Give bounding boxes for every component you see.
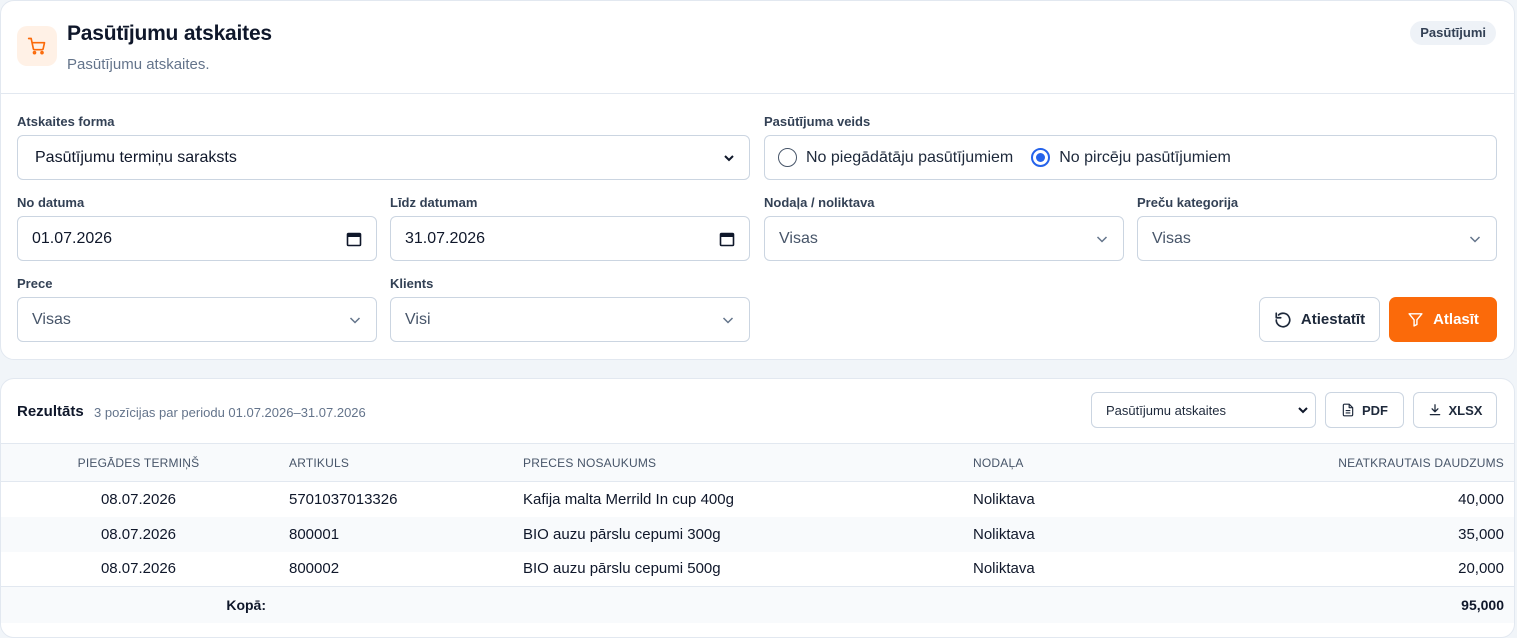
filter-card: Pasūtījumu atskaites Pasūtījumu atskaite… — [0, 0, 1515, 360]
xlsx-button[interactable]: XLSX — [1413, 392, 1497, 428]
page-subtitle: Pasūtījumu atskaites. — [67, 56, 210, 73]
column-header[interactable]: NEATKRAUTAIS DAUDZUMS — [1273, 443, 1514, 482]
chevron-down-icon — [1468, 232, 1482, 246]
cell-article: 5701037013326 — [289, 490, 398, 508]
page-header: Pasūtījumu atskaites Pasūtījumu atskaite… — [1, 1, 1514, 94]
cell-delivery-date: 08.07.2026 — [100, 490, 177, 508]
product-value: Visas — [32, 310, 71, 328]
report-view-value: Pasūtījumu atskaites — [1106, 402, 1226, 418]
radio-supplier-label: No piegādātāju pasūtījumiem — [806, 148, 1014, 166]
results-card: Rezultāts 3 pozīcijas par periodu 01.07.… — [0, 378, 1515, 638]
department-value: Visas — [779, 229, 818, 247]
table-total-row: Kopā: 95,000 — [1, 586, 1514, 623]
cell-article: 800001 — [276, 516, 523, 552]
order-type-group: No piegādātāju pasūtījumiem No pircēju p… — [764, 135, 1497, 180]
department-label: Nodaļa / noliktava — [764, 195, 875, 210]
report-view-select[interactable]: Pasūtījumu atskaites — [1091, 392, 1316, 428]
cell-department: Noliktava — [973, 490, 1035, 508]
column-header[interactable]: NODAĻA — [973, 443, 1273, 482]
cell-quantity: 20,000 — [1458, 560, 1504, 578]
cell-delivery-date: 08.07.2026 — [1, 516, 276, 552]
total-value: 95,000 — [1273, 586, 1514, 623]
download-icon — [1429, 404, 1440, 416]
cell-department: Noliktava — [973, 516, 1273, 552]
results-title: Rezultāts — [17, 403, 84, 420]
cell-product-name: Kafija malta Merrild In cup 400g — [523, 490, 734, 508]
cell-department: Noliktava — [973, 560, 1035, 578]
page-title: Pasūtījumu atskaites — [67, 22, 272, 45]
results-info: 3 pozīcijas par periodu 01.07.2026–31.07… — [94, 405, 366, 420]
chevron-down-icon — [1297, 404, 1309, 416]
table-row[interactable]: 08.07.2026 800001 BIO auzu pārslu cepumi… — [1, 516, 1514, 552]
report-form-value: Pasūtījumu termiņu saraksts — [35, 148, 237, 166]
client-select[interactable]: Visi — [390, 297, 750, 342]
cell-article: 800002 — [289, 560, 340, 578]
radio-supplier-orders[interactable]: No piegādātāju pasūtījumiem — [778, 148, 1013, 167]
category-value: Visas — [1152, 229, 1191, 247]
product-select[interactable]: Visas — [17, 297, 377, 342]
cell-product-name: BIO auzu pārslu cepumi 300g — [523, 516, 973, 552]
date-from-value: 01.07.2026 — [32, 229, 113, 247]
chevron-down-icon — [348, 313, 362, 327]
rotate-ccw-icon — [1275, 311, 1291, 328]
pdf-button[interactable]: PDF — [1325, 392, 1404, 428]
cell-delivery-date: 08.07.2026 — [100, 560, 177, 578]
chevron-down-icon — [1095, 232, 1109, 246]
cell-quantity: 40,000 — [1458, 490, 1504, 508]
report-form-label: Atskaites forma — [17, 114, 115, 129]
filter-icon — [1408, 313, 1423, 327]
chevron-down-icon — [721, 313, 735, 327]
radio-checked-icon — [1031, 148, 1051, 167]
date-to-label: Līdz datumam — [390, 195, 478, 210]
date-to-value: 31.07.2026 — [405, 229, 486, 247]
product-label: Prece — [17, 276, 53, 291]
radio-customer-label: No pircēju pasūtījumiem — [1059, 148, 1231, 166]
report-form-select[interactable]: Pasūtījumu termiņu saraksts — [17, 135, 750, 180]
date-to-input[interactable]: 31.07.2026 — [390, 216, 750, 261]
date-from-input[interactable]: 01.07.2026 — [17, 216, 377, 261]
column-header[interactable]: PIEGĀDES TERMIŅŠ — [1, 443, 276, 482]
table-row[interactable]: 08.07.2026 5701037013326 Kafija malta Me… — [1, 482, 1514, 517]
apply-button[interactable]: Atlasīt — [1389, 297, 1497, 342]
column-header[interactable]: PRECES NOSAUKUMS — [523, 443, 973, 482]
radio-unchecked-icon — [778, 148, 797, 167]
chevron-down-icon — [723, 152, 735, 164]
calendar-icon[interactable] — [346, 231, 362, 247]
cell-product-name: BIO auzu pārslu cepumi 500g — [523, 560, 721, 578]
order-type-label: Pasūtījuma veids — [764, 114, 871, 129]
file-text-icon — [1342, 403, 1354, 417]
client-value: Visi — [405, 310, 431, 328]
category-select[interactable]: Visas — [1137, 216, 1497, 261]
xlsx-label: XLSX — [1448, 402, 1483, 418]
calendar-icon[interactable] — [719, 231, 735, 247]
client-label: Klients — [390, 276, 434, 291]
table-header-row: PIEGĀDES TERMIŅŠ ARTIKULS PRECES NOSAUKU… — [1, 443, 1514, 482]
module-badge: Pasūtījumi — [1410, 21, 1496, 45]
results-table: PIEGĀDES TERMIŅŠ ARTIKULS PRECES NOSAUKU… — [1, 443, 1514, 623]
cart-icon — [17, 26, 57, 66]
table-row[interactable]: 08.07.2026 800002 BIO auzu pārslu cepumi… — [1, 552, 1514, 587]
column-header[interactable]: ARTIKULS — [276, 443, 523, 482]
radio-customer-orders[interactable]: No pircēju pasūtījumiem — [1031, 148, 1231, 167]
total-label: Kopā: — [1, 586, 276, 623]
reset-button[interactable]: Atiestatīt — [1259, 297, 1380, 342]
apply-label: Atlasīt — [1433, 311, 1479, 328]
date-from-label: No datuma — [17, 195, 85, 210]
category-label: Preču kategorija — [1137, 195, 1239, 210]
department-select[interactable]: Visas — [764, 216, 1124, 261]
cell-quantity: 35,000 — [1273, 516, 1514, 552]
pdf-label: PDF — [1362, 402, 1388, 418]
reset-label: Atiestatīt — [1300, 311, 1366, 328]
